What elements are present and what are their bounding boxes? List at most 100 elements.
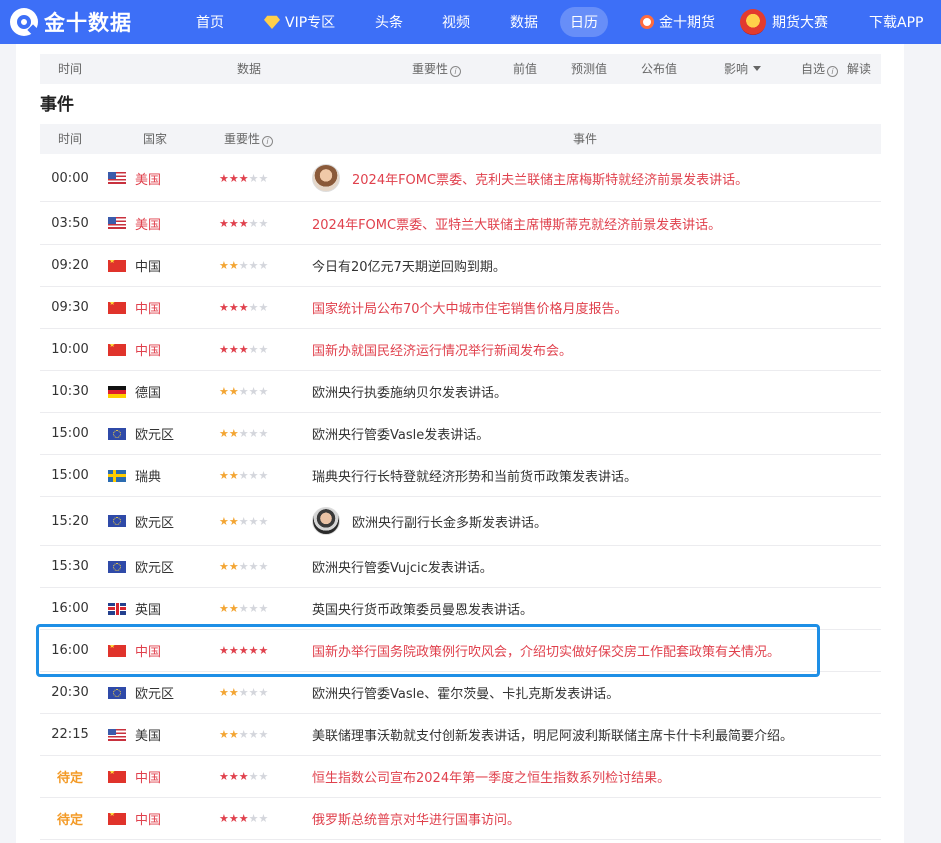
nav-video[interactable]: 视频 xyxy=(432,7,480,37)
nav-futures[interactable]: 金十期货 xyxy=(630,7,725,37)
country-flag-cell xyxy=(108,630,126,671)
event-row[interactable]: 15:00 瑞典 ★ ★ ★ ★ ★ 瑞典央行行长特登就经济形势和当前货币政策发表讲话。 xyxy=(40,455,881,497)
flag-eu-icon xyxy=(108,515,126,527)
event-time: 10:30 xyxy=(51,384,89,399)
event-row[interactable]: 03:50 美国 ★ ★ ★ ★ ★ 2024年FOMC票委、亚特兰大联储主席博斯蒂克就经济前… xyxy=(40,202,881,245)
star-icon: ★ xyxy=(248,770,259,783)
star-icon: ★ xyxy=(258,301,269,314)
nav-download-app[interactable]: 下载APP xyxy=(859,7,933,37)
event-cell[interactable]: 欧洲央行管委Vujcic发表讲话。 xyxy=(312,546,493,587)
star-icon: ★ xyxy=(248,259,259,272)
star-icon: ★ xyxy=(258,686,269,699)
nav-data[interactable]: 数据 xyxy=(500,7,548,37)
nav-home[interactable]: 首页 xyxy=(186,7,234,37)
col-importance[interactable]: 重要性 i xyxy=(412,54,462,84)
country-flag-cell xyxy=(108,155,126,201)
event-cell[interactable]: 欧洲央行管委Vasle发表讲话。 xyxy=(312,413,489,454)
event-cell[interactable]: 国家统计局公布70个大中城市住宅销售价格月度报告。 xyxy=(312,287,628,328)
event-cell[interactable]: 今日有20亿元7天期逆回购到期。 xyxy=(312,245,506,286)
event-cell[interactable]: 2024年FOMC票委、克利夫兰联储主席梅斯特就经济前景发表讲话。 xyxy=(312,155,748,201)
event-row[interactable]: 16:00中国★★★★★国新办举行国务院政策例行吹风会，介绍切实做好保交房工作配… xyxy=(40,630,881,672)
info-icon[interactable]: i xyxy=(450,66,462,77)
info-icon[interactable]: i xyxy=(262,136,274,147)
event-row[interactable]: 10:00中国★★★★★国新办就国民经济运行情况举行新闻发布会。 xyxy=(40,329,881,371)
data-table-header: 时间 数据 重要性 i 前值 预测值 公布值 影响 自选 i 解读 xyxy=(40,54,881,84)
col-explain: 解读 xyxy=(847,62,872,76)
event-text: 国新办举行国务院政策例行吹风会，介绍切实做好保交房工作配套政策有关情况。 xyxy=(312,645,781,660)
event-cell[interactable]: 国新办就国民经济运行情况举行新闻发布会。 xyxy=(312,329,572,370)
star-icon: ★ xyxy=(228,770,239,783)
col-time: 时间 xyxy=(58,62,83,76)
event-row[interactable]: 15:30 欧元区 ★ ★ ★ ★ ★ 欧洲央行管委Vujcic发表讲话。 xyxy=(40,546,881,588)
star-icon: ★ xyxy=(238,385,249,398)
event-row[interactable]: 20:30 欧元区 ★ ★ ★ ★ ★ 欧洲央行管委Vasle、霍尔茨曼、卡扎克斯发表讲话。 xyxy=(40,672,881,714)
event-time: 00:00 xyxy=(51,170,89,186)
star-icon: ★ xyxy=(219,514,229,528)
event-cell[interactable]: 国新办举行国务院政策例行吹风会，介绍切实做好保交房工作配套政策有关情况。 xyxy=(312,630,780,671)
star-icon: ★ xyxy=(219,469,229,482)
event-cell[interactable]: 欧洲央行执委施纳贝尔发表讲话。 xyxy=(312,371,507,412)
country-flag-cell xyxy=(108,287,126,328)
event-country: 瑞典 xyxy=(135,470,162,485)
flag-de-icon xyxy=(108,385,126,398)
event-time: 22:15 xyxy=(51,727,89,742)
event-country: 美国 xyxy=(135,217,162,233)
nav-vip-label: VIP专区 xyxy=(285,15,336,31)
star-icon: ★ xyxy=(248,602,259,615)
col-watch[interactable]: 自选 i xyxy=(801,54,839,84)
event-row[interactable]: 待定中国★★★★★俄罗斯总统普京对华进行国事访问。 xyxy=(40,798,881,840)
star-icon: ★ xyxy=(219,216,229,230)
event-row[interactable]: 00:00 美国 ★ ★ ★ ★ ★ 2024年FOMC票委、克利夫兰联储主席梅斯特就经济前景… xyxy=(40,155,881,202)
event-cell[interactable]: 2024年FOMC票委、亚特兰大联储主席博斯蒂克就经济前景发表讲话。 xyxy=(312,202,721,244)
event-row[interactable]: 16:00 英国 ★ ★ ★ ★ ★ 英国央行货币政策委员曼恩发表讲话。 xyxy=(40,588,881,630)
star-icon: ★ xyxy=(248,343,259,356)
country-flag-cell xyxy=(108,798,126,839)
flag-us-icon xyxy=(108,217,126,229)
event-text: 国家统计局公布70个大中城市住宅销售价格月度报告。 xyxy=(312,302,628,317)
info-icon[interactable]: i xyxy=(827,66,839,77)
event-row[interactable]: 09:30中国★★★★★国家统计局公布70个大中城市住宅销售价格月度报告。 xyxy=(40,287,881,329)
top-nav: 金十数据 首页 VIP专区 头条 视频 数据 日历 金十期货 期货大赛 下载AP… xyxy=(0,0,941,44)
flag-eu-icon xyxy=(108,560,126,573)
nav-vip[interactable]: VIP专区 xyxy=(254,7,345,37)
event-row[interactable]: 15:00 欧元区 ★ ★ ★ ★ ★ 欧洲央行管委Vasle发表讲话。 xyxy=(40,413,881,455)
event-time: 15:20 xyxy=(51,513,89,529)
event-cell[interactable]: 恒生指数公司宣布2024年第一季度之恒生指数系列检讨结果。 xyxy=(312,756,670,797)
nav-calendar[interactable]: 日历 xyxy=(560,7,608,37)
event-row[interactable]: 09:20中国★★★★★今日有20亿元7天期逆回购到期。 xyxy=(40,245,881,287)
col-data: 数据 xyxy=(237,62,262,76)
importance-stars: ★ ★ ★ ★ ★ xyxy=(219,714,268,755)
nav-contest[interactable]: 期货大赛 xyxy=(730,7,838,37)
nav-headlines[interactable]: 头条 xyxy=(365,7,413,37)
event-row[interactable]: 15:20 欧元区 ★ ★ ★ ★ ★ 欧洲央行副行长金多斯发表讲话。 xyxy=(40,497,881,546)
star-icon: ★ xyxy=(238,259,249,272)
event-row[interactable]: 10:30 德国 ★ ★ ★ ★ ★ 欧洲央行执委施纳贝尔发表讲话。 xyxy=(40,371,881,413)
event-time: 16:00 xyxy=(51,601,89,616)
event-cell[interactable]: 瑞典央行行长特登就经济形势和当前货币政策发表讲话。 xyxy=(312,455,637,496)
star-icon: ★ xyxy=(258,427,269,440)
flag-uk-icon xyxy=(108,602,126,615)
event-cell[interactable]: 美联储理事沃勒就支付创新发表讲话，明尼阿波利斯联储主席卡什卡利最简要介绍。 xyxy=(312,714,793,755)
event-cell[interactable]: 英国央行货币政策委员曼恩发表讲话。 xyxy=(312,588,533,629)
event-time: 10:00 xyxy=(51,342,89,357)
star-icon: ★ xyxy=(258,602,269,615)
event-cell[interactable]: 俄罗斯总统普京对华进行国事访问。 xyxy=(312,798,520,839)
star-icon: ★ xyxy=(228,686,239,699)
brand-logo[interactable]: 金十数据 xyxy=(10,7,180,37)
star-icon: ★ xyxy=(228,385,239,398)
star-icon: ★ xyxy=(248,644,259,657)
event-row[interactable]: 22:15 美国 ★ ★ ★ ★ ★ 美联储理事沃勒就支付创新发表讲话，明尼阿波利斯联储主席卡… xyxy=(40,714,881,756)
star-icon: ★ xyxy=(219,385,229,398)
event-cell[interactable]: 欧洲央行管委Vasle、霍尔茨曼、卡扎克斯发表讲话。 xyxy=(312,672,619,713)
importance-stars: ★ ★ ★ ★ ★ xyxy=(219,287,268,328)
impact-filter[interactable]: 影响 xyxy=(724,54,762,84)
event-text: 恒生指数公司宣布2024年第一季度之恒生指数系列检讨结果。 xyxy=(312,771,671,786)
star-icon: ★ xyxy=(238,770,249,783)
star-icon: ★ xyxy=(238,728,249,741)
star-icon: ★ xyxy=(258,644,269,657)
event-row[interactable]: 待定中国★★★★★恒生指数公司宣布2024年第一季度之恒生指数系列检讨结果。 xyxy=(40,756,881,798)
col-importance[interactable]: 重要性 i xyxy=(224,124,274,154)
event-time: 03:50 xyxy=(51,215,89,231)
event-cell[interactable]: 欧洲央行副行长金多斯发表讲话。 xyxy=(312,497,547,545)
event-text: 美联储理事沃勒就支付创新发表讲话，明尼阿波利斯联储主席卡什卡利最简要介绍。 xyxy=(312,729,794,744)
